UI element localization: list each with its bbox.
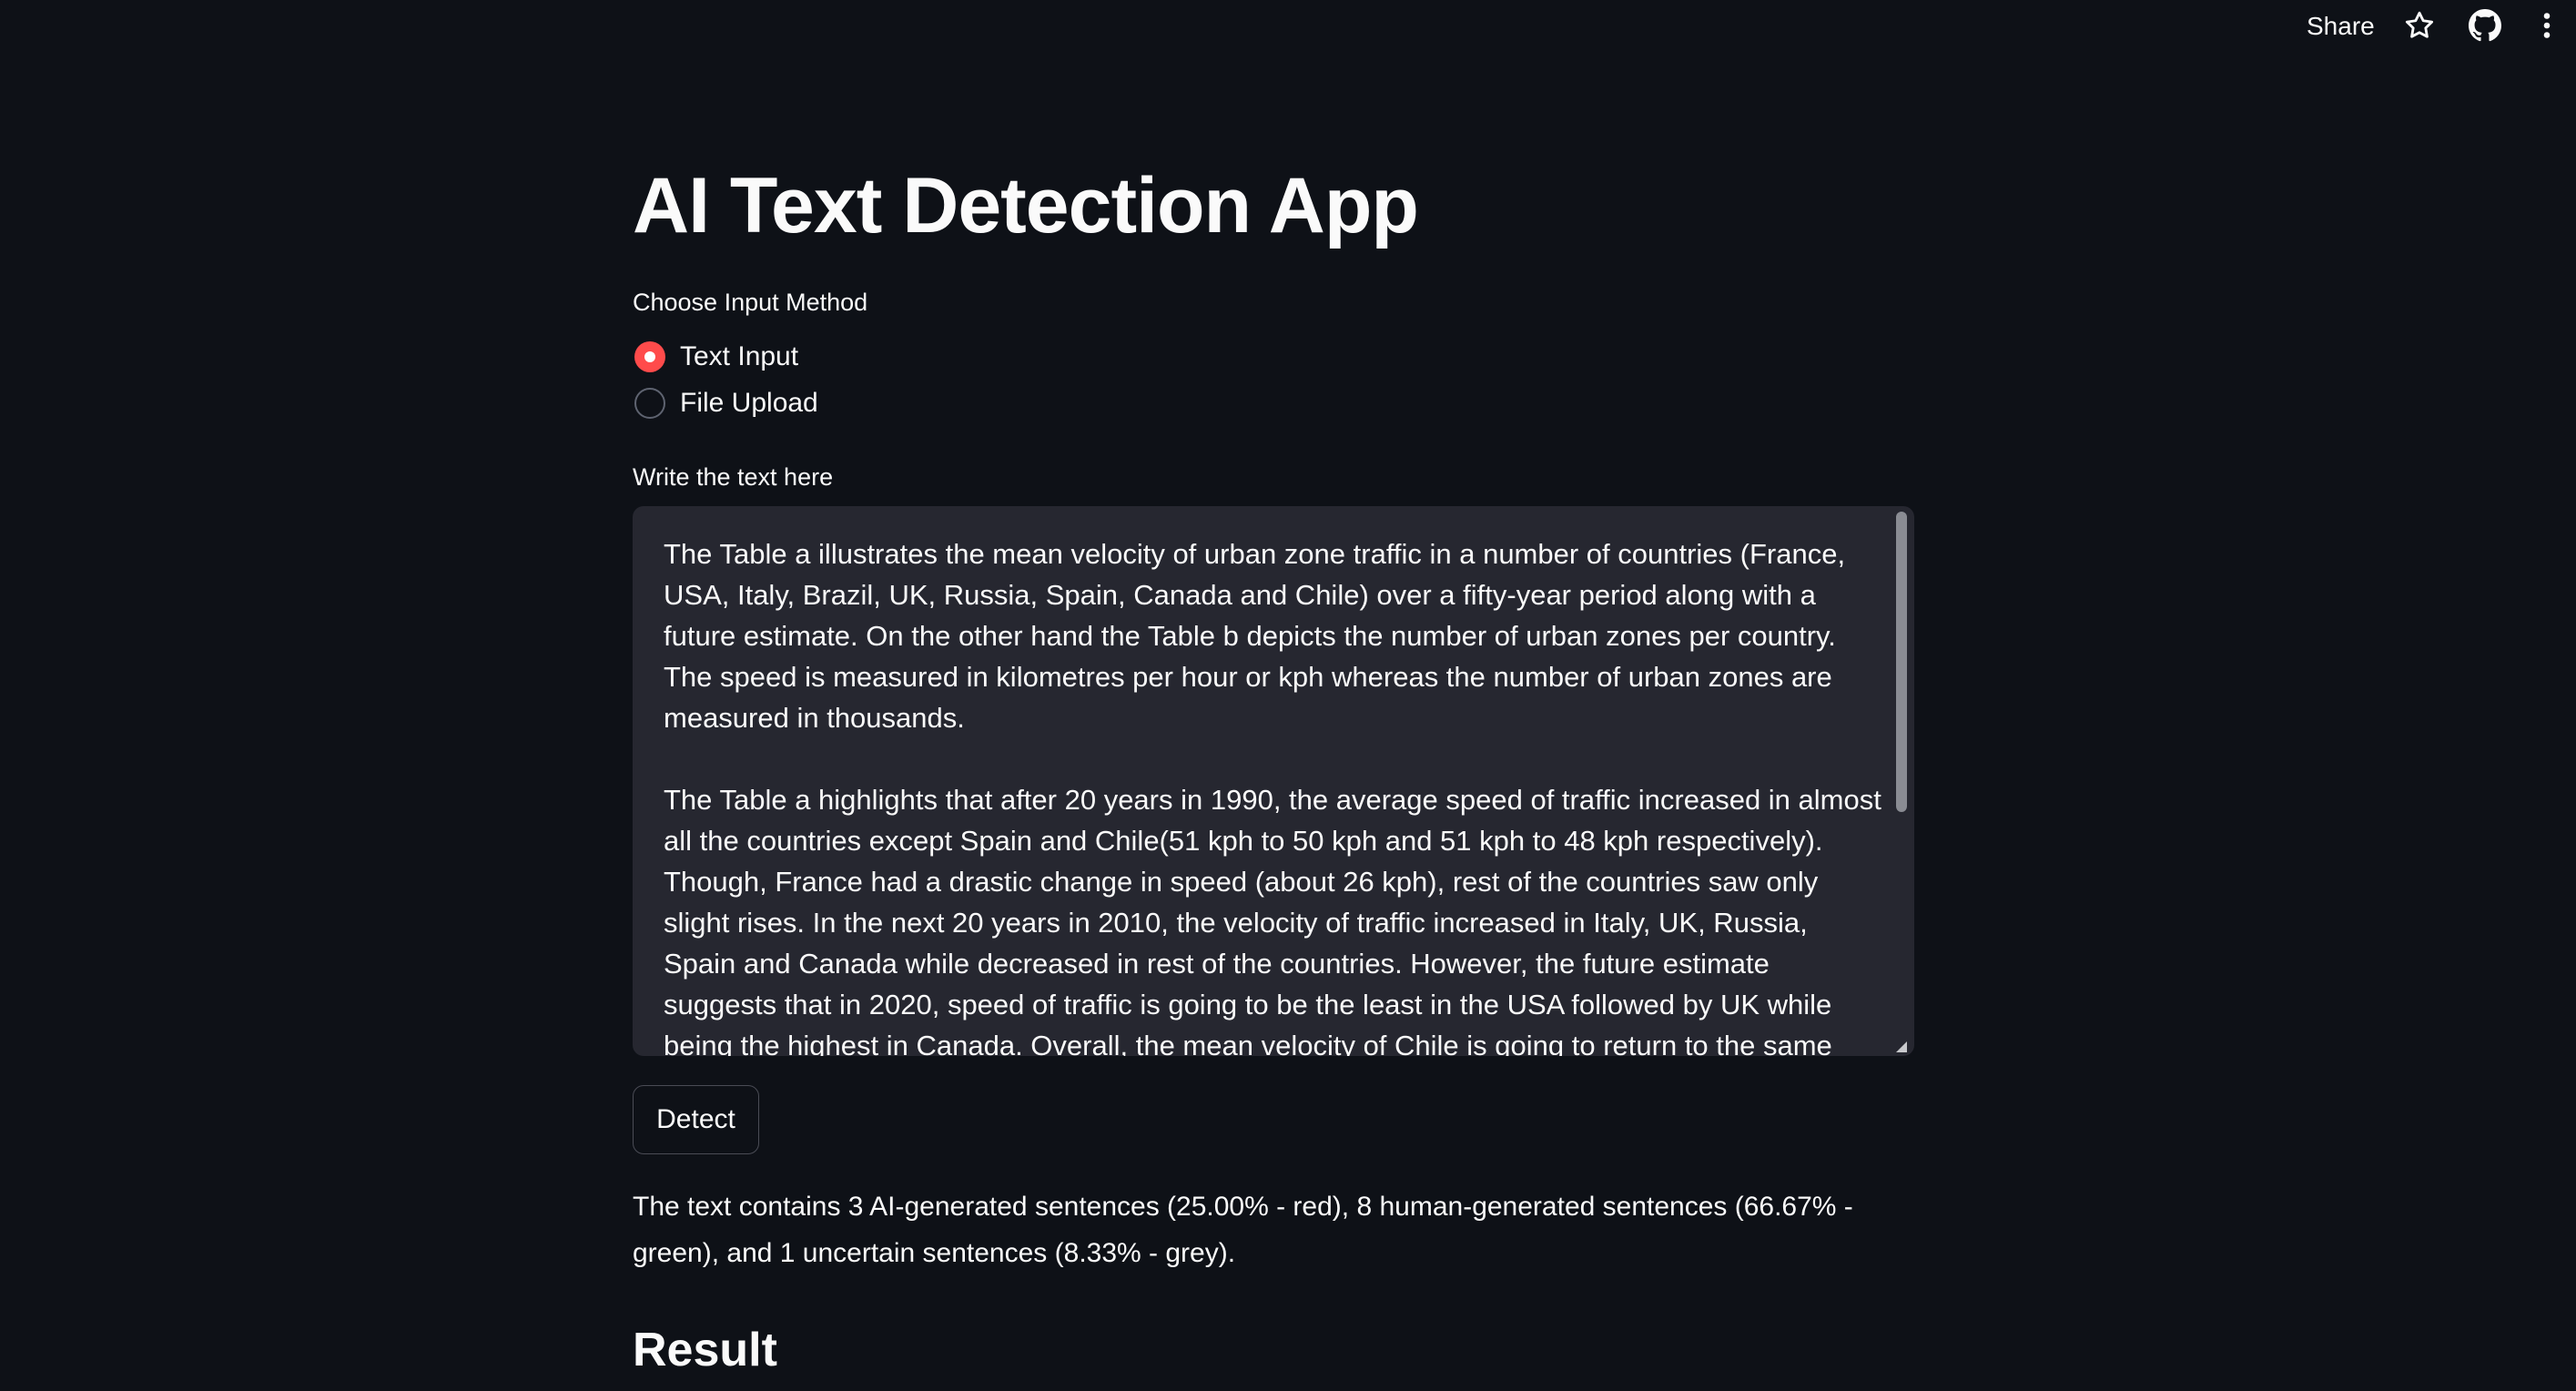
input-method-label: Choose Input Method — [633, 289, 868, 316]
resize-handle-icon[interactable] — [1896, 1041, 1907, 1052]
radio-checked-icon[interactable] — [634, 341, 665, 372]
radio-option-label[interactable]: Text Input — [680, 337, 798, 377]
radio-option-label[interactable]: File Upload — [680, 383, 818, 423]
radio-text-input[interactable]: Text Input — [633, 337, 798, 377]
textarea-scrollbar[interactable] — [1896, 512, 1907, 812]
detection-summary: The text contains 3 AI-generated sentenc… — [633, 1192, 1853, 1268]
star-icon[interactable] — [2403, 9, 2436, 42]
radio-unchecked-icon[interactable] — [634, 388, 665, 419]
text-input-value[interactable]: The Table a illustrates the mean velocit… — [664, 533, 1883, 1056]
detect-button[interactable]: Detect — [633, 1085, 759, 1154]
github-icon[interactable] — [2469, 9, 2501, 42]
share-button[interactable]: Share — [2307, 7, 2375, 46]
text-area-label: Write the text here — [633, 463, 834, 491]
page-title: AI Text Detection App — [633, 162, 1419, 249]
radio-file-upload[interactable]: File Upload — [633, 383, 818, 423]
result-heading: Result — [633, 1324, 777, 1376]
text-input-area[interactable]: The Table a illustrates the mean velocit… — [633, 506, 1914, 1056]
more-vert-icon[interactable] — [2534, 9, 2560, 42]
